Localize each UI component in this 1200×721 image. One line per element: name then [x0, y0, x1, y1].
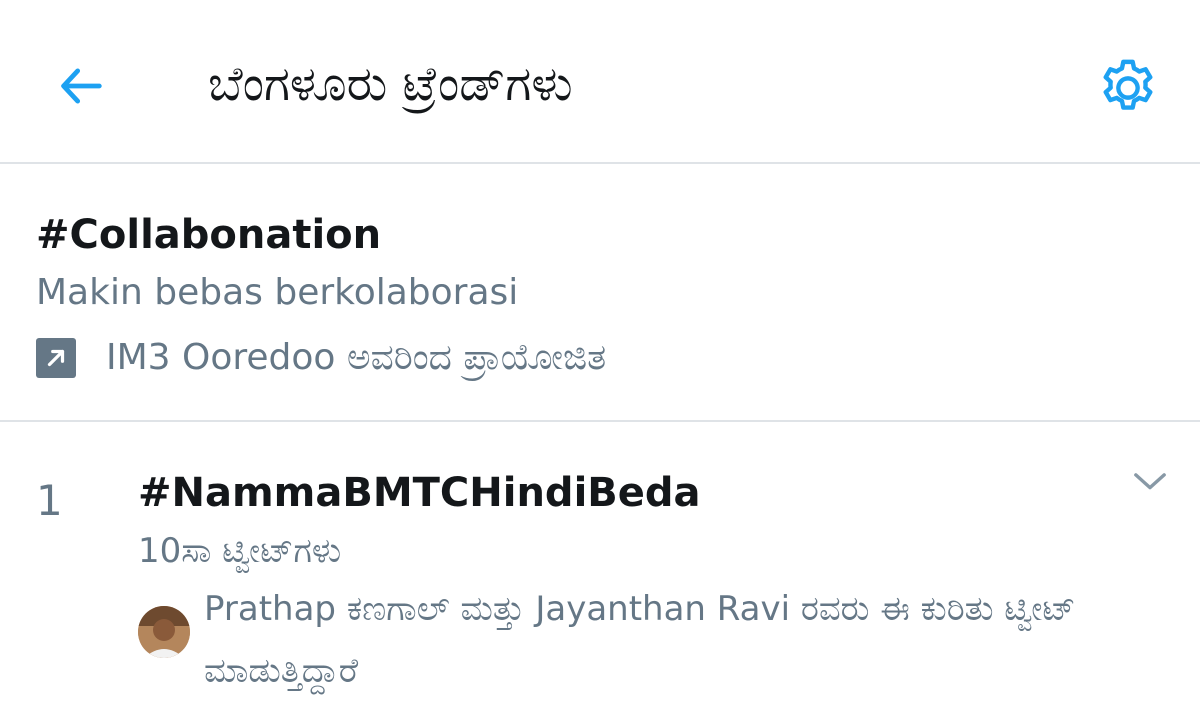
settings-button[interactable]	[1088, 48, 1168, 128]
avatar	[138, 606, 190, 658]
trend-context: Prathap ಕಣಗಾಲ್ ಮತ್ತು Jayanthan Ravi ರವರು…	[204, 589, 1076, 691]
page-title: ಬೆಂಗಳೂರು ಟ್ರೆಂಡ್‌ಗಳು	[208, 56, 573, 112]
trend-tweet-count: 10ಸಾ ಟ್ವೀಟ್‌ಗಳು	[138, 531, 342, 571]
promoted-hashtag: #Collabonation	[36, 212, 382, 258]
trend-item[interactable]: 1 #NammaBMTCHindiBeda 10ಸಾ ಟ್ವೀಟ್‌ಗಳು Pr…	[0, 422, 1200, 721]
gear-icon	[1103, 59, 1153, 110]
promoted-description: Makin bebas berkolaborasi	[36, 272, 519, 313]
promoted-arrow-icon	[36, 338, 76, 378]
top-app-bar: ಬೆಂಗಳೂರು ಟ್ರೆಂಡ್‌ಗಳು	[0, 0, 1200, 164]
promoted-trend[interactable]: #Collabonation Makin bebas berkolaborasi…	[0, 164, 1200, 422]
trends-screen: ಬೆಂಗಳೂರು ಟ್ರೆಂಡ್‌ಗಳು #Collabonation Maki…	[0, 0, 1200, 721]
trend-rank: 1	[36, 476, 63, 525]
chevron-down-icon	[1134, 473, 1166, 490]
trend-name: #NammaBMTCHindiBeda	[138, 470, 701, 516]
promoted-sponsor: IM3 Ooredoo ಅವರಿಂದ ಪ್ರಾಯೋಜಿತ	[36, 334, 606, 382]
trend-menu-button[interactable]	[1128, 462, 1172, 502]
arrow-left-icon	[61, 68, 102, 104]
sponsor-label: IM3 Ooredoo ಅವರಿಂದ ಪ್ರಾಯೋಜಿತ	[106, 337, 607, 378]
back-button[interactable]	[46, 50, 118, 122]
